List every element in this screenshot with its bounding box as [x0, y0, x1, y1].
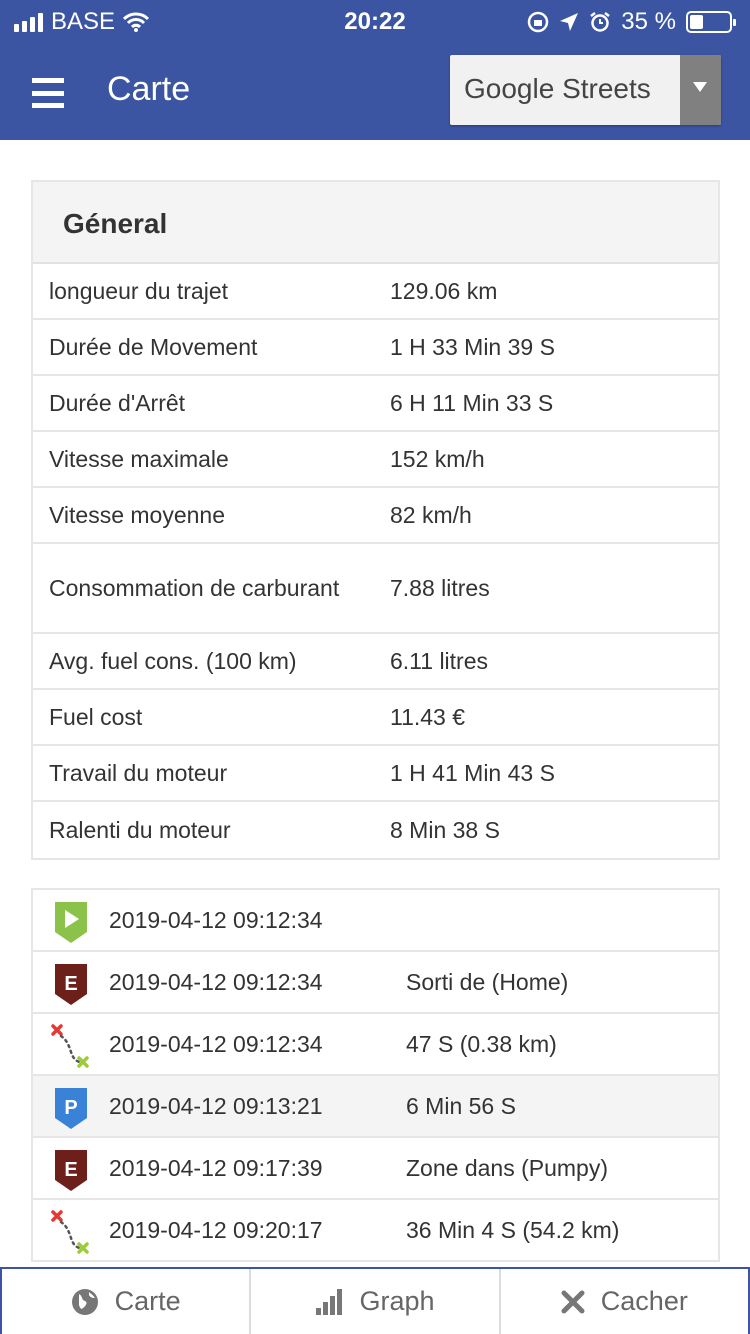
battery-percent: 35 %	[621, 8, 676, 35]
tab-graph[interactable]: Graph	[249, 1269, 498, 1334]
event-info: Sorti de (Home)	[406, 969, 569, 995]
battery-icon	[686, 11, 736, 33]
events-list: 2019-04-12 09:12:34 E 2019-04-12 09:12:34 S…	[31, 888, 720, 1262]
event-time: 2019-04-12 09:17:39	[109, 1155, 323, 1181]
event-time: 2019-04-12 09:12:34	[109, 1031, 323, 1057]
tab-cacher[interactable]: Cacher	[498, 1269, 750, 1334]
general-row: Durée d'Arrêt 6 H 11 Min 33 S	[33, 376, 718, 432]
zone-enter-icon: E	[49, 1148, 93, 1192]
event-row[interactable]: 2019-04-12 09:20:17 36 Min 4 S (54.2 km)	[33, 1200, 718, 1262]
general-row: Avg. fuel cons. (100 km) 6.11 litres	[33, 634, 718, 690]
event-time: 2019-04-12 09:13:21	[109, 1093, 323, 1119]
bar-chart-icon	[316, 1288, 343, 1315]
event-row[interactable]: P 2019-04-12 09:13:21 6 Min 56 S	[33, 1076, 718, 1138]
general-row: longueur du trajet 129.06 km	[33, 264, 718, 320]
bottom-tab-bar: Carte Graph Cacher	[0, 1267, 750, 1334]
globe-icon	[71, 1288, 98, 1315]
location-arrow-icon	[560, 13, 579, 31]
row-value: 82 km/h	[390, 501, 472, 528]
general-row: Durée de Movement 1 H 33 Min 39 S	[33, 320, 718, 376]
route-icon	[49, 1210, 93, 1254]
start-flag-icon	[49, 900, 93, 944]
row-value: 1 H 41 Min 43 S	[390, 759, 555, 786]
general-row: Vitesse maximale 152 km/h	[33, 432, 718, 488]
row-value: 1 H 33 Min 39 S	[390, 333, 555, 360]
row-label: Vitesse moyenne	[49, 502, 226, 528]
app-header: BASE 20:22 35 % Carte Google Streets	[0, 0, 750, 140]
general-row: Consommation de carburant 7.88 litres	[33, 544, 718, 634]
tab-carte[interactable]: Carte	[0, 1269, 249, 1334]
general-row: Vitesse moyenne 82 km/h	[33, 488, 718, 544]
event-row[interactable]: E 2019-04-12 09:12:34 Sorti de (Home)	[33, 952, 718, 1014]
event-time: 2019-04-12 09:12:34	[109, 969, 323, 995]
row-value: 129.06 km	[390, 277, 498, 304]
page-title: Carte	[107, 70, 191, 108]
general-row: Ralenti du moteur 8 Min 38 S	[33, 802, 718, 858]
row-label: Travail du moteur	[49, 760, 228, 786]
row-label: Fuel cost	[49, 704, 143, 730]
general-heading: Géneral	[33, 182, 718, 264]
row-value: 11.43 €	[390, 703, 466, 730]
event-row[interactable]: 2019-04-12 09:12:34 47 S (0.38 km)	[33, 1014, 718, 1076]
event-time: 2019-04-12 09:20:17	[109, 1217, 323, 1243]
row-label: Vitesse maximale	[49, 446, 229, 472]
status-bar: BASE 20:22 35 %	[0, 0, 750, 42]
close-icon	[561, 1290, 585, 1313]
svg-text:P: P	[64, 1097, 77, 1119]
parking-icon: P	[49, 1086, 93, 1130]
row-value: 6.11 litres	[390, 647, 489, 674]
hamburger-menu-icon[interactable]	[32, 78, 64, 108]
general-panel: Géneral longueur du trajet 129.06 km Durée…	[31, 180, 720, 860]
svg-text:E: E	[64, 973, 77, 995]
map-layer-select[interactable]: Google Streets	[450, 55, 721, 125]
alarm-icon	[590, 12, 611, 32]
general-row: Travail du moteur 1 H 41 Min 43 S	[33, 746, 718, 802]
row-label: Consommation de carburant	[49, 575, 340, 601]
general-row: Fuel cost 11.43 €	[33, 690, 718, 746]
row-label: Durée d'Arrêt	[49, 390, 186, 416]
row-label: Avg. fuel cons. (100 km)	[49, 648, 297, 674]
row-value: 6 H 11 Min 33 S	[390, 389, 554, 416]
svg-text:E: E	[64, 1159, 77, 1181]
event-row[interactable]: E 2019-04-12 09:17:39 Zone dans (Pumpy)	[33, 1138, 718, 1200]
map-layer-value: Google Streets	[464, 73, 651, 104]
zone-exit-icon: E	[49, 962, 93, 1006]
chevron-down-icon	[680, 55, 721, 125]
row-label: Ralenti du moteur	[49, 817, 231, 843]
row-label: longueur du trajet	[49, 278, 229, 304]
event-info: 36 Min 4 S (54.2 km)	[406, 1217, 620, 1243]
row-value: 152 km/h	[390, 445, 485, 472]
event-row[interactable]: 2019-04-12 09:12:34	[33, 890, 718, 952]
event-info: 47 S (0.38 km)	[406, 1031, 557, 1057]
tab-label: Cacher	[600, 1286, 688, 1316]
tab-label: Graph	[359, 1286, 435, 1316]
route-icon	[49, 1024, 93, 1068]
rotation-lock-icon	[528, 11, 549, 33]
event-info: Zone dans (Pumpy)	[406, 1155, 608, 1181]
row-value: 7.88 litres	[390, 574, 490, 601]
tab-label: Carte	[114, 1286, 181, 1316]
event-info: 6 Min 56 S	[406, 1093, 516, 1119]
row-label: Durée de Movement	[49, 334, 258, 360]
event-time: 2019-04-12 09:12:34	[109, 907, 323, 933]
row-value: 8 Min 38 S	[390, 816, 500, 843]
